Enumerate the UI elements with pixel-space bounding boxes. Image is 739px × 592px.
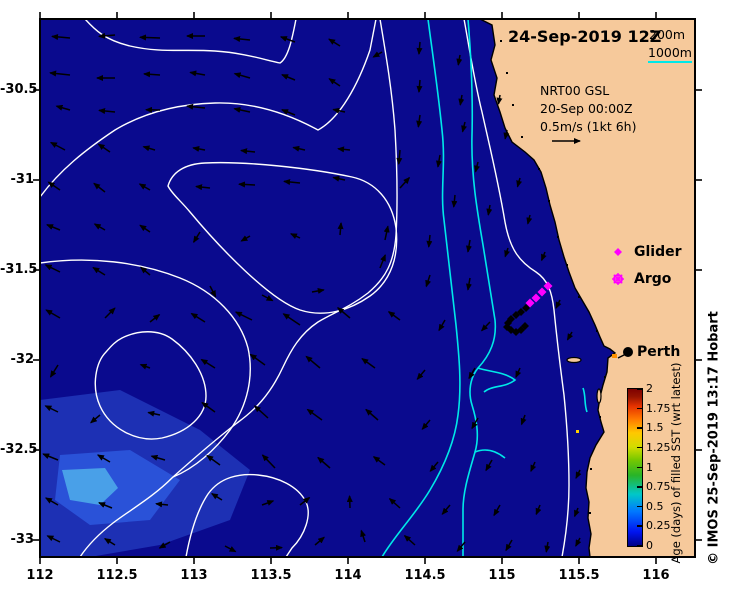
- coast-speckle: [538, 168, 540, 170]
- coast-speckle: [596, 330, 598, 332]
- colorbar-tick-mark: [637, 505, 642, 508]
- colorbar-tick-label: 2: [646, 382, 653, 395]
- coast-speckle: [512, 104, 514, 106]
- map-date-title: 24-Sep-2019 12Z: [508, 27, 662, 46]
- current-vector-arrow: [416, 79, 423, 93]
- coast-speckle: [557, 236, 559, 238]
- x-tick-label: 115: [488, 568, 516, 583]
- x-tick-label: 112: [26, 568, 54, 583]
- island: [596, 388, 602, 404]
- legend-1000m-line: [648, 61, 692, 63]
- current-vector-arrow: [139, 34, 161, 41]
- colorbar-tick-label: 1: [646, 460, 653, 474]
- coast-speckle: [589, 512, 591, 514]
- model-time-label: 20-Sep 00:00Z: [540, 101, 633, 116]
- coast-speckle: [521, 136, 523, 138]
- argo-legend-label: Argo: [634, 271, 672, 287]
- colorbar-tick-mark: [637, 525, 642, 527]
- colorbar-tick-label: 0.75: [646, 480, 671, 494]
- colorbar-tick-mark: [637, 388, 642, 390]
- colorbar-tick-mark: [637, 446, 642, 449]
- perth-city-label: Perth: [637, 344, 681, 360]
- legend-1000m-label: 1000m: [648, 45, 692, 60]
- model-name-label: NRT00 GSL: [540, 83, 610, 98]
- y-tick-label: -32.5: [0, 442, 38, 457]
- copyright-watermark: © IMOS 25-Sep-2019 13:17 Hobart: [706, 311, 722, 565]
- coast-speckle: [599, 416, 601, 418]
- x-tick-label: 114.5: [404, 568, 446, 583]
- coast-speckle: [590, 468, 592, 470]
- y-tick-label: -32: [10, 352, 35, 367]
- colorbar-tick-label: 1.5: [646, 421, 664, 435]
- current-vector-arrow: [416, 41, 423, 55]
- colorbar-tick-label: 0.5: [646, 499, 664, 513]
- x-tick-label: 115.5: [558, 568, 600, 583]
- sst-age-hotspot: [576, 430, 579, 433]
- glider-legend-label: Glider: [634, 244, 682, 260]
- sst-age-hotspot: [612, 354, 617, 358]
- y-tick-label: -31.5: [0, 262, 38, 277]
- colorbar-tick-label: 0: [646, 539, 653, 552]
- colorbar-tick-label: 1.75: [646, 401, 671, 415]
- vector-scale-label: 0.5m/s (1kt 6h): [540, 119, 637, 134]
- x-tick-label: 113.5: [250, 568, 292, 583]
- x-tick-label: 114: [334, 568, 362, 583]
- model-info-block: NRT00 GSL 20-Sep 00:00Z 0.5m/s (1kt 6h): [540, 82, 636, 136]
- x-tick-label: 112.5: [96, 568, 138, 583]
- coast-speckle: [604, 376, 606, 378]
- colorbar-tick-mark: [637, 427, 642, 429]
- coast-speckle: [506, 72, 508, 74]
- current-vector-arrow: [238, 181, 256, 188]
- sst-map-figure: 24-Sep-2019 12Z 200m 1000m NRT00 GSL 20-…: [0, 0, 739, 592]
- island: [566, 356, 582, 364]
- legend-200m-label: 200m: [649, 27, 686, 42]
- colorbar-tick-mark: [637, 545, 642, 547]
- colorbar-tick-mark: [637, 486, 642, 488]
- coast-speckle: [500, 40, 502, 42]
- colorbar-tick-label: 1.25: [646, 440, 671, 454]
- y-tick-label: -33: [10, 532, 35, 547]
- colorbar-axis-label: Age (days) of filled SST (wrt latest): [669, 362, 683, 564]
- coast-speckle: [548, 200, 550, 202]
- coast-speckle: [578, 296, 580, 298]
- y-tick-label: -30.5: [0, 82, 38, 97]
- x-tick-label: 116: [642, 568, 670, 583]
- coast-speckle: [566, 264, 568, 266]
- x-tick-label: 113: [180, 568, 208, 583]
- colorbar-tick-mark: [637, 407, 642, 410]
- colorbar-tick-label: 0.25: [646, 519, 671, 533]
- current-vector-arrow: [337, 222, 344, 236]
- colorbar-tick-mark: [637, 466, 642, 468]
- y-tick-label: -31: [10, 172, 35, 187]
